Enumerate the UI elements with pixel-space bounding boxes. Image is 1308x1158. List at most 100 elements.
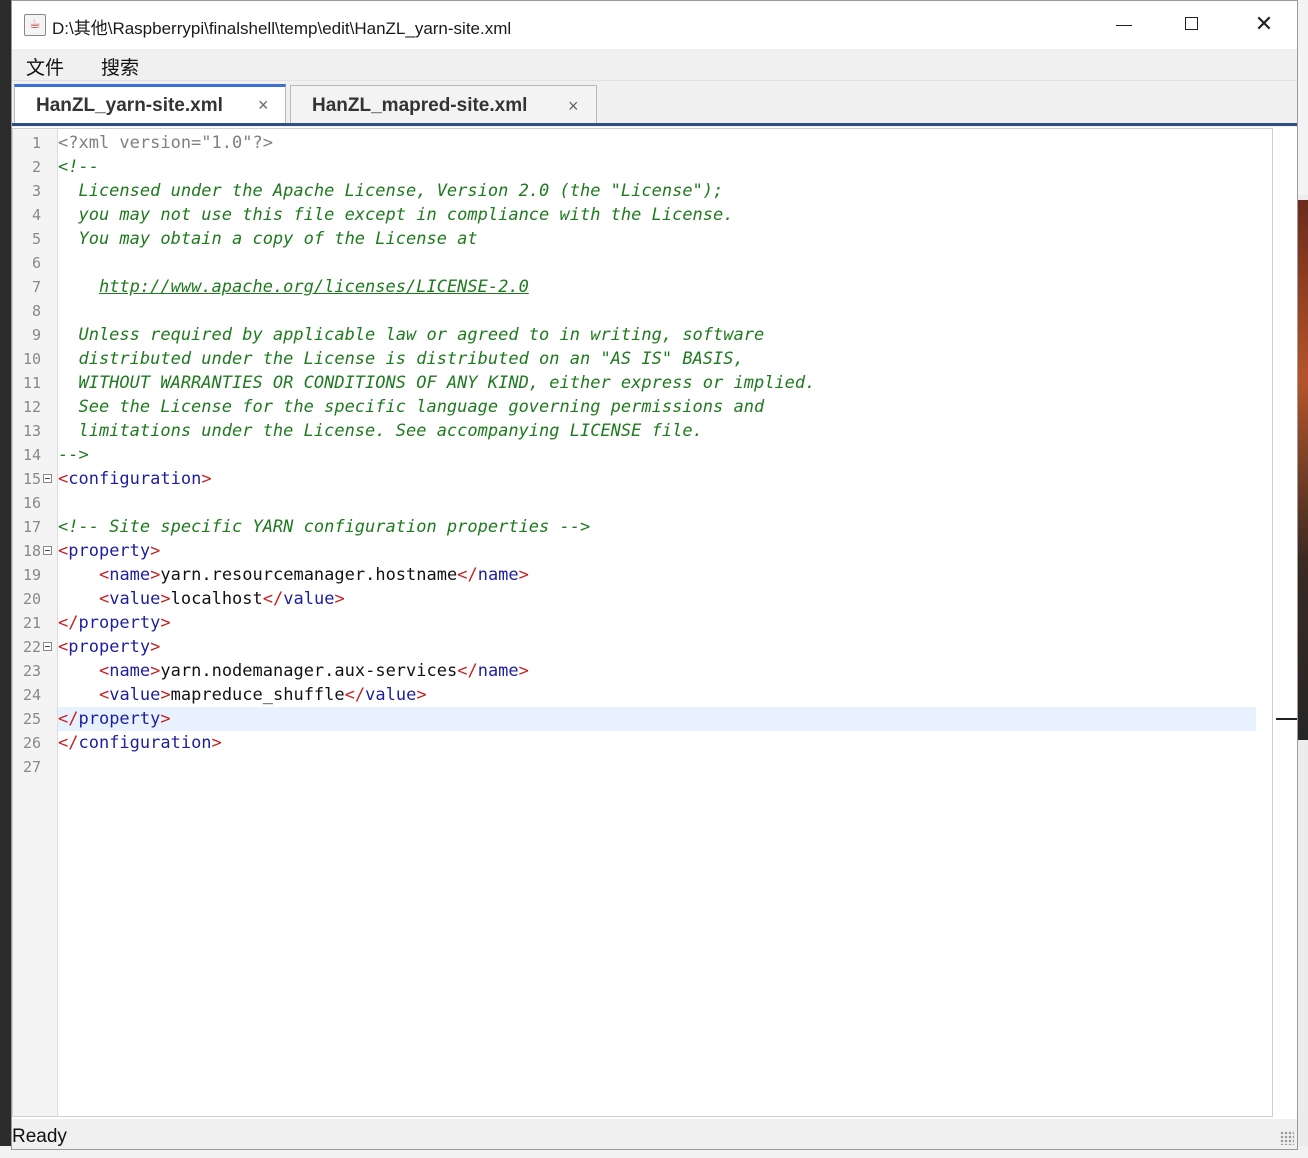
menu-search[interactable]: 搜索 [101, 53, 139, 80]
code-line[interactable]: <!-- [58, 155, 1272, 179]
status-bar: Ready [12, 1119, 1297, 1149]
scrollbar-marker[interactable] [1276, 718, 1297, 720]
code-line[interactable]: http://www.apache.org/licenses/LICENSE-2… [58, 275, 1272, 299]
fold-collapse-icon[interactable] [43, 474, 52, 483]
line-number: 12 [22, 398, 41, 416]
line-number: 1 [31, 134, 41, 152]
code-line[interactable]: <property> [58, 635, 1272, 659]
code-line[interactable]: <configuration> [58, 467, 1272, 491]
code-token-text: yarn.nodemanager.aux-services [160, 661, 458, 681]
resize-grip-icon[interactable] [1280, 1131, 1294, 1145]
line-number: 19 [22, 566, 41, 584]
code-token-br: > [150, 661, 161, 681]
line-number: 5 [31, 230, 41, 248]
line-number: 4 [31, 206, 41, 224]
code-token-tag: property [68, 541, 151, 561]
code-token-tag: configuration [78, 733, 212, 753]
code-line[interactable]: See the License for the specific languag… [58, 395, 1272, 419]
line-number: 7 [31, 278, 41, 296]
line-number: 27 [22, 758, 41, 776]
code-line[interactable] [58, 755, 1272, 779]
code-token-br: < [98, 565, 110, 585]
code-token-tag: name [477, 661, 519, 681]
line-number: 23 [22, 662, 41, 680]
code-token-link[interactable]: http://www.apache.org/licenses/LICENSE-2… [99, 277, 529, 297]
tab-label: HanZL_mapred-site.xml [312, 95, 528, 116]
code-line[interactable]: <?xml version="1.0"?> [58, 131, 1272, 155]
maximize-button[interactable] [1172, 11, 1212, 39]
code-line[interactable]: <name>yarn.nodemanager.aux-services</nam… [58, 659, 1272, 683]
code-line[interactable]: Unless required by applicable law or agr… [58, 323, 1272, 347]
tab-mapred-site[interactable]: HanZL_mapred-site.xml × [290, 85, 597, 123]
code-line[interactable]: You may obtain a copy of the License at [58, 227, 1272, 251]
code-text-area[interactable]: <?xml version="1.0"?> <!-- Licensed under… [58, 129, 1272, 1116]
status-text: Ready [12, 1126, 67, 1147]
code-token-br: </ [58, 709, 79, 729]
line-number: 13 [22, 422, 41, 440]
code-token-comment: WITHOUT WARRANTIES OR CONDITIONS OF ANY … [58, 373, 816, 393]
code-line[interactable]: you may not use this file except in comp… [58, 203, 1272, 227]
code-line[interactable]: distributed under the License is distrib… [58, 347, 1272, 371]
minimize-button[interactable] [1104, 11, 1144, 39]
code-token-br: > [160, 589, 171, 609]
line-number: 3 [31, 182, 41, 200]
fold-collapse-icon[interactable] [43, 642, 52, 651]
code-token-text: mapreduce_shuffle [170, 685, 345, 705]
code-token-br: < [98, 685, 110, 705]
code-line[interactable]: <value>mapreduce_shuffle</value> [58, 683, 1272, 707]
close-window-button[interactable]: ✕ [1244, 11, 1284, 39]
desktop-background-left [0, 0, 11, 1158]
code-token-comment: <!-- Site specific YARN configuration pr… [58, 517, 591, 537]
code-token-br: </ [58, 733, 79, 753]
code-line[interactable]: <value>localhost</value> [58, 587, 1272, 611]
tab-bar: HanZL_yarn-site.xml × HanZL_mapred-site.… [12, 81, 1297, 127]
line-number: 15 [22, 470, 41, 488]
code-token-br: </ [457, 565, 478, 585]
code-line[interactable] [58, 251, 1272, 275]
code-token-comment: --> [58, 445, 89, 465]
code-line[interactable]: <!-- Site specific YARN configuration pr… [58, 515, 1272, 539]
line-number: 17 [22, 518, 41, 536]
code-line[interactable]: <property> [58, 539, 1272, 563]
code-editor[interactable]: 1 2 3 4 5 6 7 8 9 10 11 12 13 14 15 16 17 18 19 20 21 22 23 24 2… [12, 128, 1273, 1117]
code-token-br: > [201, 469, 212, 489]
code-line[interactable]: limitations under the License. See accom… [58, 419, 1272, 443]
code-line[interactable] [58, 491, 1272, 515]
menu-bar: 文件 搜索 [12, 49, 1297, 81]
line-number: 8 [31, 302, 41, 320]
code-line[interactable]: </property> [58, 707, 1256, 731]
code-line[interactable]: <name>yarn.resourcemanager.hostname</nam… [58, 563, 1272, 587]
line-number: 9 [31, 326, 41, 344]
code-line[interactable]: --> [58, 443, 1272, 467]
code-line[interactable]: </property> [58, 611, 1272, 635]
code-line[interactable]: WITHOUT WARRANTIES OR CONDITIONS OF ANY … [58, 371, 1272, 395]
code-token-br: < [98, 589, 110, 609]
title-bar[interactable]: ☕ D:\其他\Raspberrypi\finalshell\temp\edit… [12, 1, 1297, 49]
java-cup-icon[interactable]: ☕ [24, 14, 46, 36]
close-icon: ✕ [1254, 12, 1274, 37]
tab-close-icon[interactable]: × [568, 96, 579, 117]
tab-close-icon[interactable]: × [258, 95, 269, 116]
code-line[interactable]: </configuration> [58, 731, 1272, 755]
code-line[interactable] [58, 299, 1272, 323]
line-number: 25 [22, 710, 41, 728]
code-token-br: > [160, 613, 171, 633]
code-line[interactable]: Licensed under the Apache License, Versi… [58, 179, 1272, 203]
menu-file[interactable]: 文件 [26, 53, 64, 80]
code-token-br: </ [344, 685, 366, 705]
line-number: 20 [22, 590, 41, 608]
vertical-scrollbar[interactable] [1274, 128, 1297, 1117]
desktop-background-right [1298, 0, 1308, 1158]
code-token-comment: <!-- [58, 157, 99, 177]
code-token-br: > [211, 733, 222, 753]
tab-label: HanZL_yarn-site.xml [36, 95, 223, 116]
code-token-tag: property [78, 709, 161, 729]
code-token-tag: value [365, 685, 417, 705]
tab-yarn-site[interactable]: HanZL_yarn-site.xml × [14, 84, 286, 125]
line-number: 22 [22, 638, 41, 656]
code-token-comment: See the License for the specific languag… [58, 397, 765, 417]
fold-collapse-icon[interactable] [43, 546, 52, 555]
line-number: 14 [22, 446, 41, 464]
